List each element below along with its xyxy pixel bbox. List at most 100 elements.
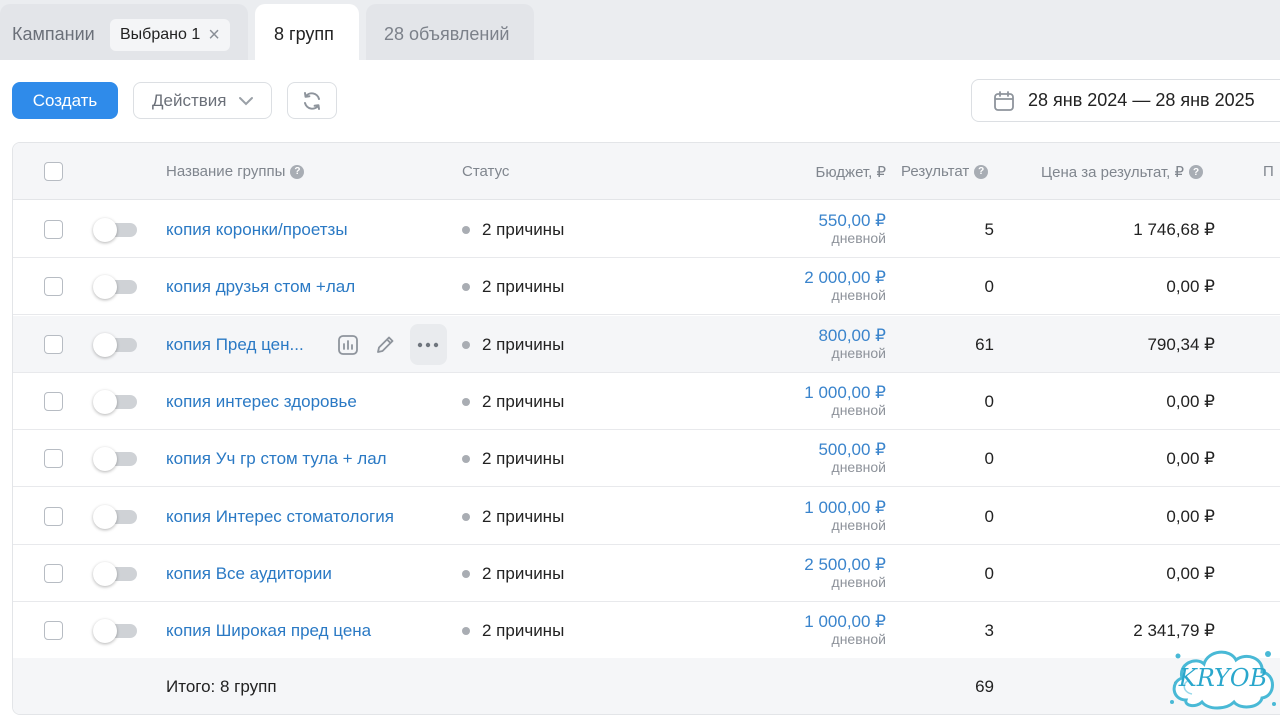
status-text: 2 причины <box>482 335 565 354</box>
budget-cell[interactable]: 800,00 ₽ дневной <box>818 326 886 362</box>
budget-amount[interactable]: 2 000,00 ₽ <box>804 268 886 287</box>
row-toggle[interactable] <box>93 218 137 242</box>
status-cell: 2 причины <box>462 507 564 527</box>
row-toggle[interactable] <box>93 333 137 357</box>
selected-chip-label: Выбрано 1 <box>120 26 201 43</box>
column-header-result[interactable]: Результат ? <box>901 163 989 180</box>
tab-ads[interactable]: 28 объявлений <box>366 4 534 60</box>
help-icon[interactable]: ? <box>1189 165 1204 179</box>
column-header-status[interactable]: Статус <box>462 163 509 180</box>
budget-amount[interactable]: 2 500,00 ₽ <box>804 555 886 574</box>
row-toggle[interactable] <box>93 275 137 299</box>
status-dot-icon <box>462 226 470 234</box>
group-name-link[interactable]: копия интерес здоровье <box>166 392 357 412</box>
price-value: 0,00 ₽ <box>1166 564 1215 583</box>
row-checkbox[interactable] <box>44 507 63 526</box>
actions-dropdown[interactable]: Действия <box>133 82 272 119</box>
row-toggle[interactable] <box>93 619 137 643</box>
row-toggle[interactable] <box>93 390 137 414</box>
row-checkbox[interactable] <box>44 621 63 640</box>
price-value: 1 746,68 ₽ <box>1133 220 1215 239</box>
status-dot-icon <box>462 455 470 463</box>
budget-cell[interactable]: 1 000,00 ₽ дневной <box>804 498 886 534</box>
result-value: 3 <box>984 621 994 640</box>
column-header-name[interactable]: Название группы ? <box>166 163 305 180</box>
group-name-link[interactable]: копия друзья стом +лал <box>166 277 355 297</box>
row-toggle[interactable] <box>93 447 137 471</box>
budget-amount[interactable]: 1 000,00 ₽ <box>804 383 886 402</box>
column-header-budget[interactable]: Бюджет, ₽ <box>816 163 886 181</box>
price-value: 0,00 ₽ <box>1166 277 1215 296</box>
row-checkbox[interactable] <box>44 392 63 411</box>
row-toggle[interactable] <box>93 562 137 586</box>
group-name-link[interactable]: копия коронки/проетзы <box>166 220 348 240</box>
group-name-link[interactable]: копия Пред цен... <box>166 335 304 355</box>
result-value: 5 <box>984 220 994 239</box>
result-value: 61 <box>975 335 994 354</box>
budget-cell[interactable]: 550,00 ₽ дневной <box>818 211 886 247</box>
help-icon[interactable]: ? <box>290 164 305 179</box>
group-name-link[interactable]: копия Интерес стоматология <box>166 507 394 527</box>
budget-amount[interactable]: 1 000,00 ₽ <box>804 612 886 631</box>
budget-amount[interactable]: 500,00 ₽ <box>818 440 886 459</box>
column-header-price[interactable]: Цена за результат, ₽ ? <box>1041 163 1204 181</box>
table-row[interactable]: копия Уч гр стом тула + лал 2 причины 500,… <box>13 430 1280 487</box>
budget-cell[interactable]: 1 000,00 ₽ дневной <box>804 383 886 419</box>
price-value: 790,34 ₽ <box>1147 335 1215 354</box>
refresh-icon <box>304 91 320 110</box>
budget-cell[interactable]: 2 000,00 ₽ дневной <box>804 268 886 304</box>
tab-groups[interactable]: 8 групп <box>255 4 359 60</box>
table-row[interactable]: копия интерес здоровье 2 причины 1 000,00 … <box>13 373 1280 430</box>
select-all-checkbox[interactable] <box>44 162 63 181</box>
date-range-picker[interactable]: 28 янв 2024 — 28 янв 2025 <box>971 79 1280 122</box>
edit-button[interactable] <box>366 324 403 365</box>
table-row[interactable]: копия Все аудитории 2 причины 2 500,00 ₽ дн… <box>13 545 1280 602</box>
budget-amount[interactable]: 800,00 ₽ <box>818 326 886 345</box>
table-row[interactable]: копия Интерес стоматология 2 причины 1 000… <box>13 488 1280 545</box>
budget-cell[interactable]: 2 500,00 ₽ дневной <box>804 555 886 591</box>
chart-icon <box>337 334 358 355</box>
table-row[interactable]: копия коронки/проетзы 2 причины 550,00 ₽ дн… <box>13 201 1280 258</box>
table-row[interactable]: копия друзья стом +лал 2 причины 2 000,00 … <box>13 258 1280 315</box>
column-header-status-label: Статус <box>462 163 510 180</box>
row-toggle[interactable] <box>93 505 137 529</box>
row-checkbox[interactable] <box>44 277 63 296</box>
result-value: 0 <box>984 507 994 526</box>
stats-button[interactable] <box>329 324 366 365</box>
create-button[interactable]: Создать <box>12 82 118 119</box>
row-checkbox[interactable] <box>44 220 63 239</box>
more-dots-icon <box>418 342 439 347</box>
price-value: 0,00 ₽ <box>1166 392 1215 411</box>
status-dot-icon <box>462 398 470 406</box>
table-row[interactable]: копия Пред цен... 2 причины 800,00 ₽ дневно… <box>13 316 1280 373</box>
budget-amount[interactable]: 1 000,00 ₽ <box>804 498 886 517</box>
tab-campaigns[interactable]: Кампании Выбрано 1 × <box>0 4 248 60</box>
row-actions <box>329 324 447 365</box>
row-checkbox[interactable] <box>44 449 63 468</box>
row-checkbox[interactable] <box>44 564 63 583</box>
group-name-link[interactable]: копия Все аудитории <box>166 564 332 584</box>
column-header-extra[interactable]: П <box>1263 163 1274 180</box>
budget-period: дневной <box>831 230 886 246</box>
more-button[interactable] <box>409 324 447 365</box>
watermark-logo: KRYOB <box>1168 644 1278 712</box>
groups-table: Название группы ? Статус Бюджет, ₽ Резул… <box>12 142 1280 715</box>
table-row[interactable]: копия Широкая пред цена 2 причины 1 000,00… <box>13 602 1280 659</box>
row-checkbox[interactable] <box>44 335 63 354</box>
budget-cell[interactable]: 500,00 ₽ дневной <box>818 440 886 476</box>
budget-period: дневной <box>831 631 886 647</box>
budget-cell[interactable]: 1 000,00 ₽ дневной <box>804 612 886 648</box>
close-icon[interactable]: × <box>208 25 220 45</box>
status-dot-icon <box>462 570 470 578</box>
table-footer: Итого: 8 групп 69 97 <box>13 658 1280 714</box>
group-name-link[interactable]: копия Уч гр стом тула + лал <box>166 449 387 469</box>
budget-period: дневной <box>831 459 886 475</box>
status-text: 2 причины <box>482 277 565 296</box>
top-tab-bar: Кампании Выбрано 1 × 8 групп 28 объявлен… <box>0 0 1280 60</box>
budget-amount[interactable]: 550,00 ₽ <box>818 211 886 230</box>
help-icon[interactable]: ? <box>974 164 989 179</box>
result-value: 0 <box>984 277 994 296</box>
price-value: 2 341,79 ₽ <box>1133 621 1215 640</box>
refresh-button[interactable] <box>287 82 337 119</box>
group-name-link[interactable]: копия Широкая пред цена <box>166 621 371 641</box>
